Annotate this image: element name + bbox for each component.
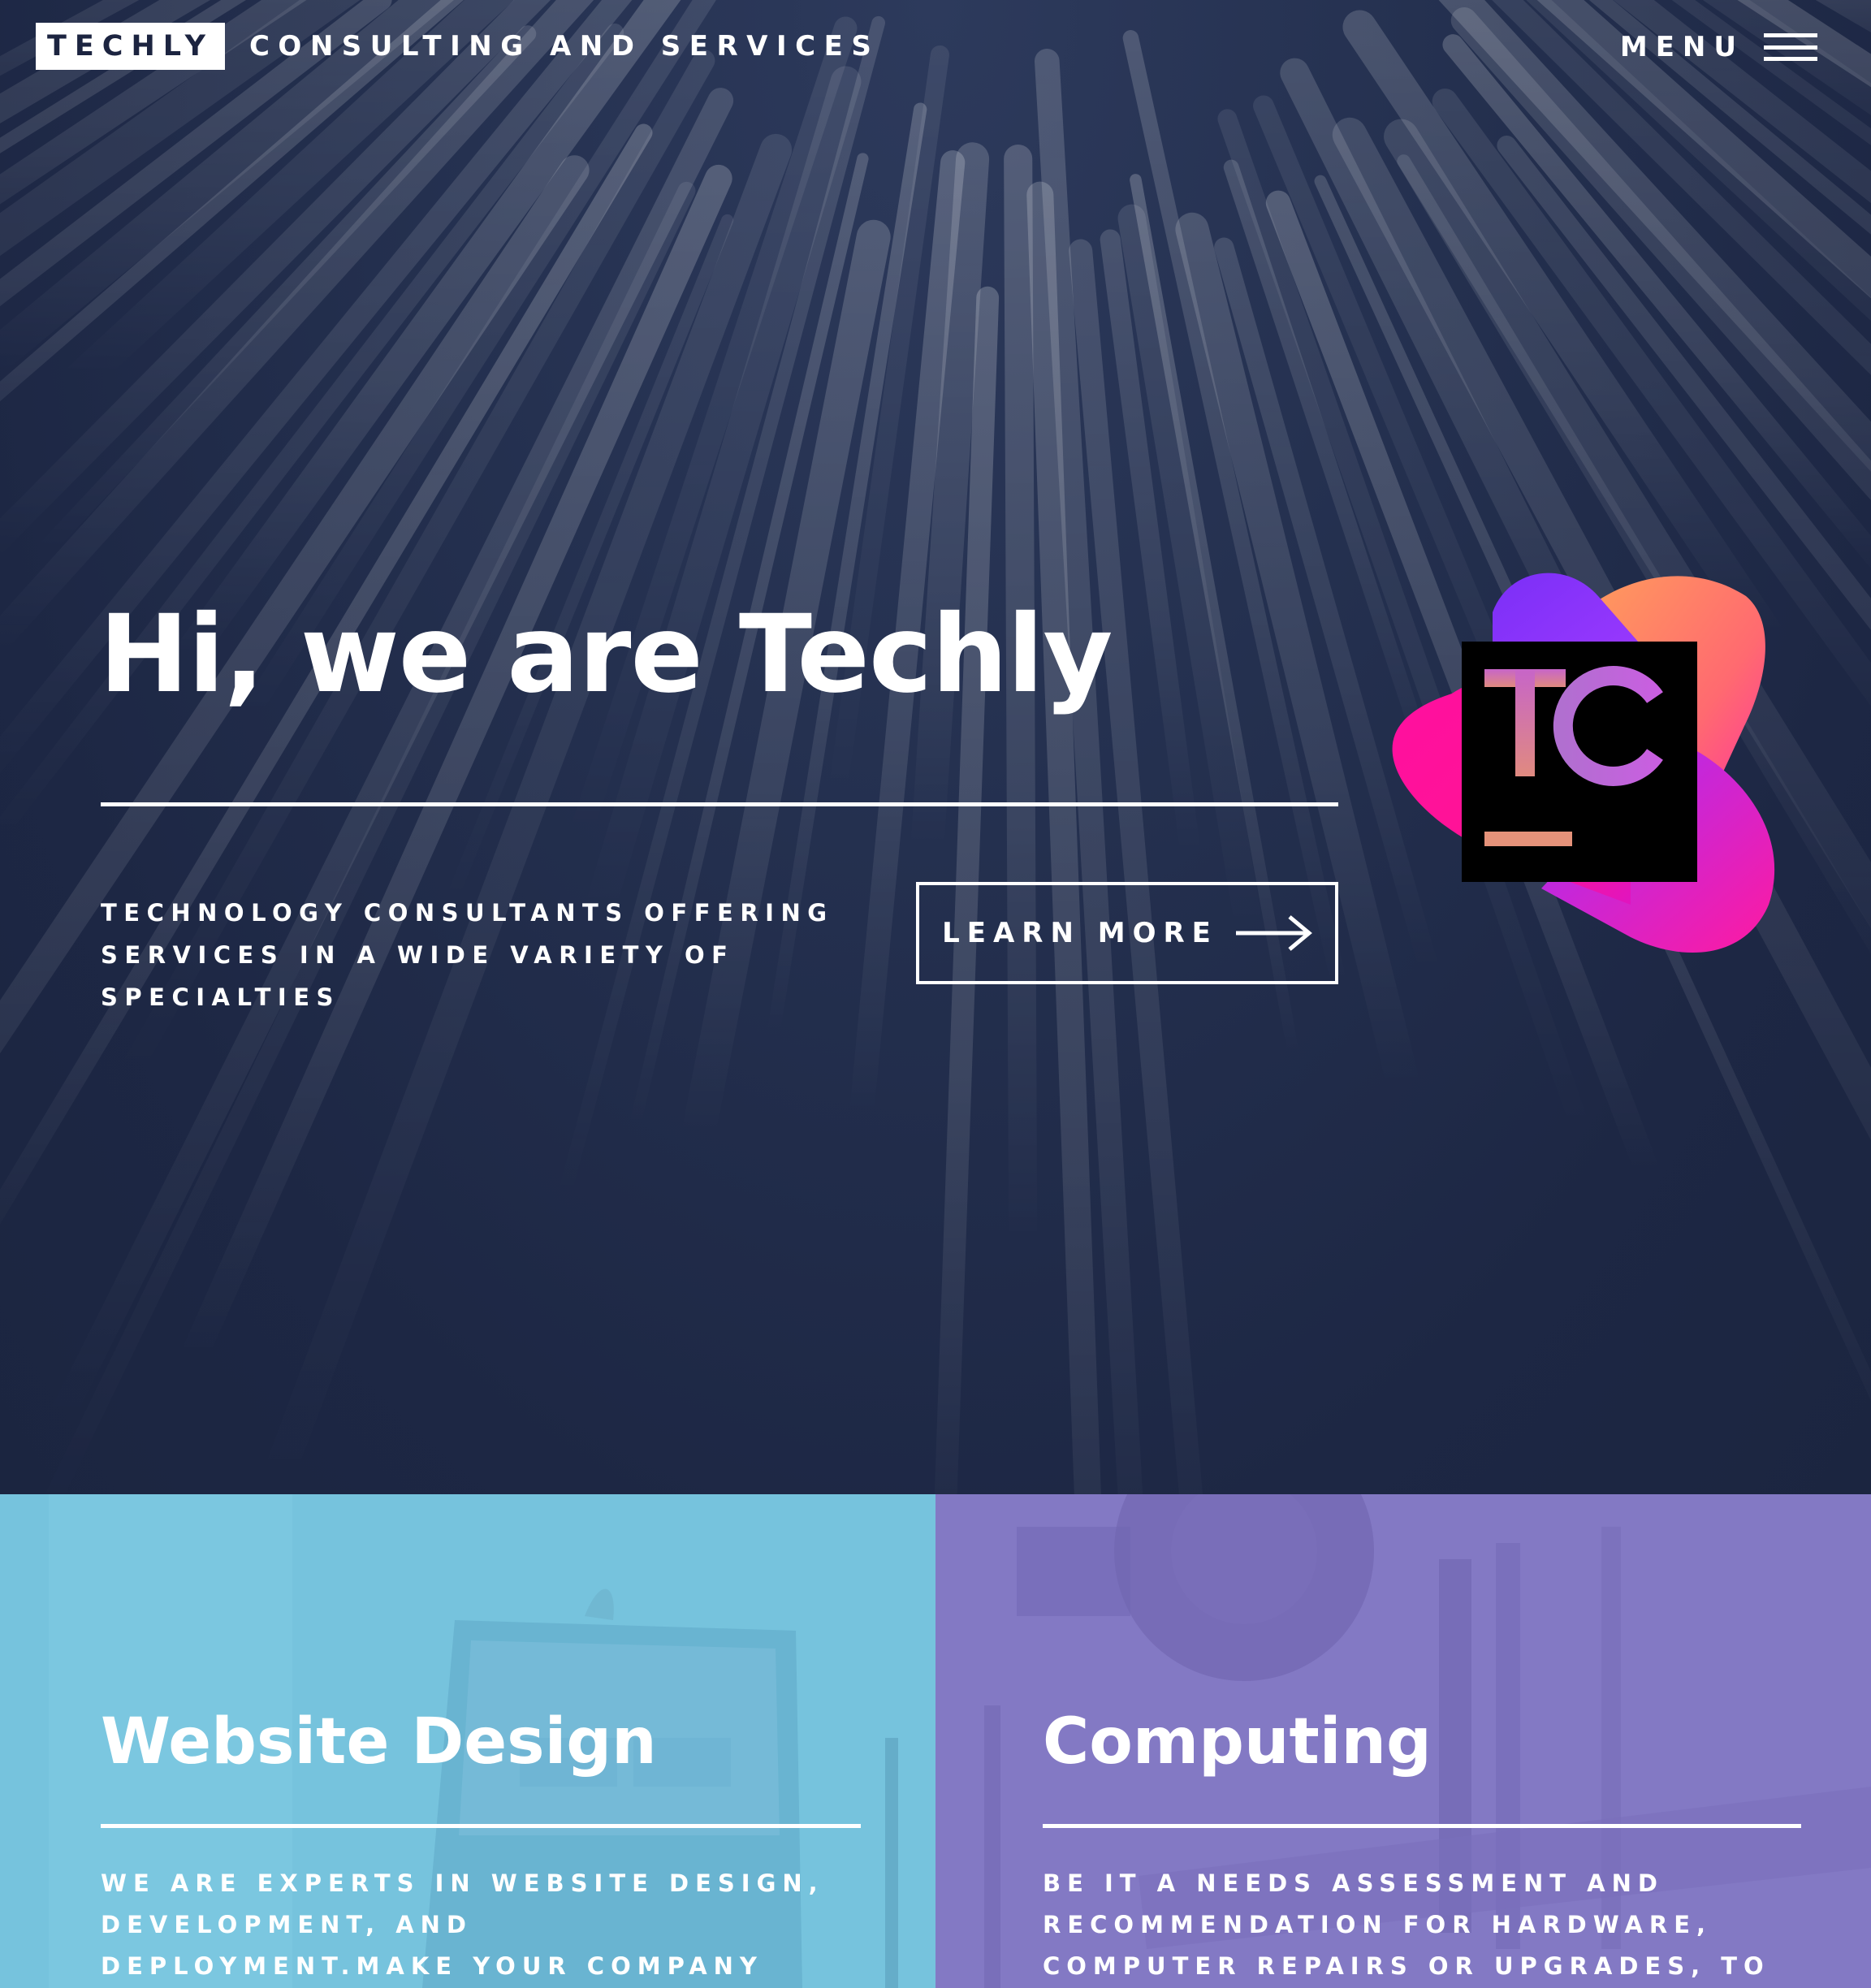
hero-title: Hi, we are Techly <box>99 592 1113 717</box>
service-description: BE IT A NEEDS ASSESSMENT AND RECOMMENDAT… <box>1043 1869 1770 1980</box>
menu-button[interactable]: MENU <box>1620 24 1817 70</box>
service-title: Computing <box>1043 1705 1432 1778</box>
hero-section: TECHLY CONSULTING AND SERVICES MENU Hi, … <box>0 0 1871 1494</box>
learn-more-label: LEARN MORE <box>942 917 1218 949</box>
hero-divider <box>101 802 1338 806</box>
brand-logo[interactable]: TECHLY <box>36 23 225 70</box>
service-title: Website Design <box>101 1705 657 1778</box>
service-divider <box>101 1824 861 1828</box>
service-description: WE ARE EXPERTS IN WEBSITE DESIGN, DEVELO… <box>101 1869 824 1980</box>
brand[interactable]: TECHLY CONSULTING AND SERVICES <box>36 23 879 70</box>
service-card-website-design[interactable]: Website Design WE ARE EXPERTS IN WEBSITE… <box>0 1494 936 1988</box>
hero-subtitle: TECHNOLOGY CONSULTANTS OFFERING SERVICES… <box>101 899 834 1011</box>
learn-more-button[interactable]: LEARN MORE <box>916 882 1338 984</box>
service-divider <box>1043 1824 1801 1828</box>
tc-logo <box>1392 573 1775 953</box>
hamburger-icon[interactable] <box>1764 33 1817 61</box>
brand-tagline: CONSULTING AND SERVICES <box>248 30 880 63</box>
service-card-computing[interactable]: Computing BE IT A NEEDS ASSESSMENT AND R… <box>936 1494 1871 1988</box>
menu-label: MENU <box>1619 31 1744 63</box>
arrow-right-icon <box>1235 915 1312 951</box>
